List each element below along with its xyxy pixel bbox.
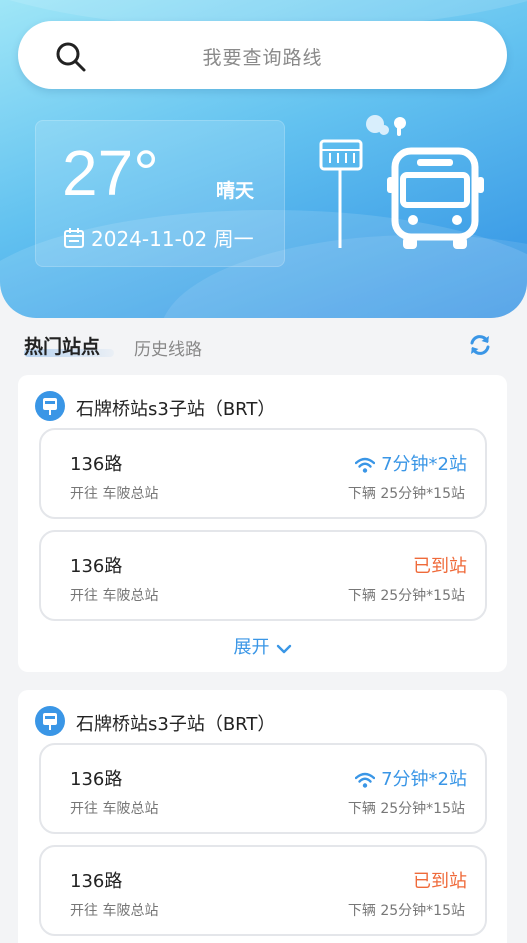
route-card[interactable]: 136路 开往 车陂总站 已到站 下辆 25分钟*15站: [39, 530, 487, 621]
tab-bar: 热门站点 历史线路: [24, 332, 504, 362]
route-direction: 开往 车陂总站: [70, 486, 159, 502]
refresh-icon[interactable]: [467, 332, 493, 358]
search-bar[interactable]: 我要查询路线: [18, 21, 507, 89]
station-name: 石牌桥站s3子站（BRT）: [76, 399, 276, 420]
eta-text: 7分钟*2站: [381, 454, 467, 475]
date-row: 2024-11-02 周一: [63, 223, 254, 252]
route-eta: 7分钟*2站: [354, 450, 467, 476]
tab-hot-stations[interactable]: 热门站点: [24, 332, 114, 359]
next-bus-info: 下辆 25分钟*15站: [347, 903, 465, 919]
route-eta: 7分钟*2站: [354, 765, 467, 791]
weather-card: 27° 晴天 2024-11-02 周一: [35, 120, 285, 267]
expand-label: 展开: [233, 637, 270, 658]
station-card: 石牌桥站s3子站（BRT） 136路 开往 车陂总站 7分钟*2站 下辆 25分…: [18, 375, 507, 672]
next-bus-info: 下辆 25分钟*15站: [347, 801, 465, 817]
route-number: 136路: [70, 556, 123, 577]
route-card[interactable]: 136路 开往 车陂总站 7分钟*2站 下辆 25分钟*15站: [39, 428, 487, 519]
route-direction: 开往 车陂总站: [70, 903, 159, 919]
route-eta: 已到站: [413, 871, 467, 892]
route-eta: 已到站: [413, 556, 467, 577]
next-bus-info: 下辆 25分钟*15站: [347, 486, 465, 502]
bus-stop-badge-icon: [35, 706, 65, 736]
route-direction: 开往 车陂总站: [70, 801, 159, 817]
search-placeholder: 我要查询路线: [202, 47, 323, 69]
calendar-icon: [64, 228, 84, 248]
date-text: 2024-11-02 周一: [91, 227, 254, 251]
station-name: 石牌桥站s3子站（BRT）: [76, 714, 276, 735]
weather-condition: 晴天: [216, 180, 255, 202]
wifi-signal-icon: [354, 457, 376, 473]
route-number: 136路: [70, 454, 123, 475]
expand-button[interactable]: 展开: [18, 633, 507, 659]
next-bus-info: 下辆 25分钟*15站: [347, 588, 465, 604]
station-card: 石牌桥站s3子站（BRT） 136路 开往 车陂总站 7分钟*2站 下辆 25分…: [18, 690, 507, 943]
temperature: 27°: [62, 137, 159, 209]
wifi-signal-icon: [354, 772, 376, 788]
tab-label: 热门站点: [24, 336, 101, 358]
hero-banner: 我要查询路线 27° 晴天 2024-11-02 周一: [0, 0, 527, 318]
chevron-down-icon: [276, 644, 291, 654]
route-direction: 开往 车陂总站: [70, 588, 159, 604]
bubbles-icon: [366, 115, 406, 136]
bus-icon: [387, 147, 484, 249]
tab-history-routes[interactable]: 历史线路: [134, 335, 202, 360]
bus-stop-badge-icon: [35, 391, 65, 421]
eta-text: 7分钟*2站: [381, 769, 467, 790]
route-card[interactable]: 136路 开往 车陂总站 已到站 下辆 25分钟*15站: [39, 845, 487, 936]
route-card[interactable]: 136路 开往 车陂总站 7分钟*2站 下辆 25分钟*15站: [39, 743, 487, 834]
route-number: 136路: [70, 871, 123, 892]
route-number: 136路: [70, 769, 123, 790]
bus-stop-sign-icon: [319, 139, 363, 248]
